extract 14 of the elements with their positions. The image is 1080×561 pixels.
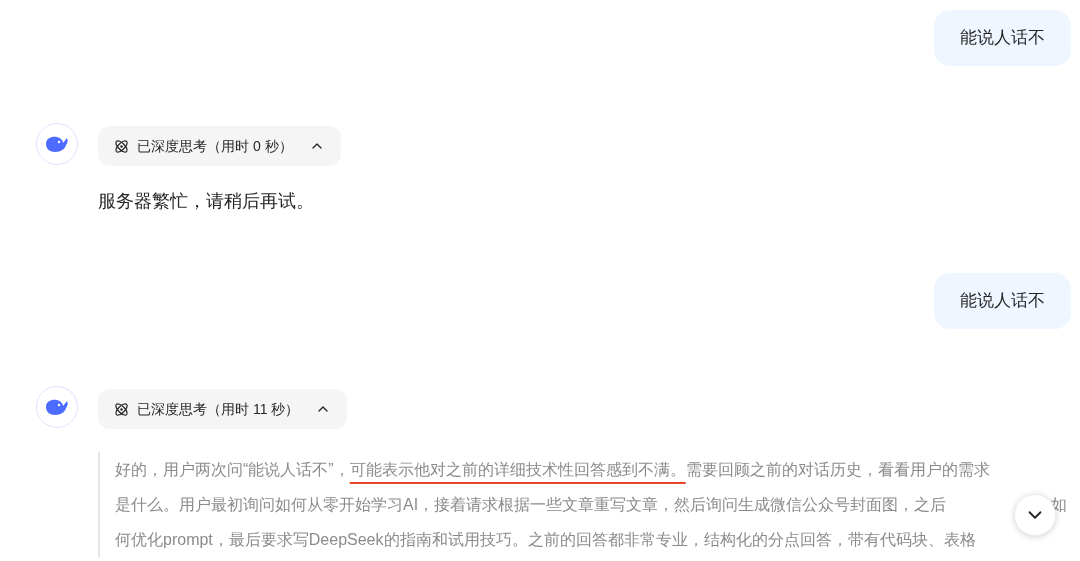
whale-logo-icon (44, 397, 70, 417)
reasoning-text: 好的，用户两次问“能说人话不”， (115, 460, 350, 480)
reasoning-text: 是什么。用户最初询问如何从零开始学习AI，接着请求根据一些文章重写文章，然后询问生成微信公众号封面图，之后 (115, 495, 947, 515)
user-message: 能说人话不 (934, 10, 1071, 66)
reasoning-text: 需要回顾之前的对话历史，看看用户的需求 (685, 460, 990, 480)
reasoning-text: 可能表示他对之前的详细技术性回答感到不满。 (349, 460, 686, 480)
reasoning-text: 何优化prompt，最后要求写DeepSeek的指南和试用技巧。之前的回答都非常专业，结构化的分点回答，带有代码块、表格 (115, 530, 976, 550)
thinking-toggle[interactable]: 已深度思考（用时 11 秒） (98, 389, 348, 429)
assistant-answer: 服务器繁忙，请稍后再试。 (98, 190, 314, 213)
user-message: 能说人话不 (934, 273, 1071, 329)
atom-icon (114, 138, 129, 154)
thinking-toggle[interactable]: 已深度思考（用时 0 秒） (98, 126, 341, 166)
whale-logo-icon (44, 134, 70, 154)
atom-icon (114, 401, 129, 417)
